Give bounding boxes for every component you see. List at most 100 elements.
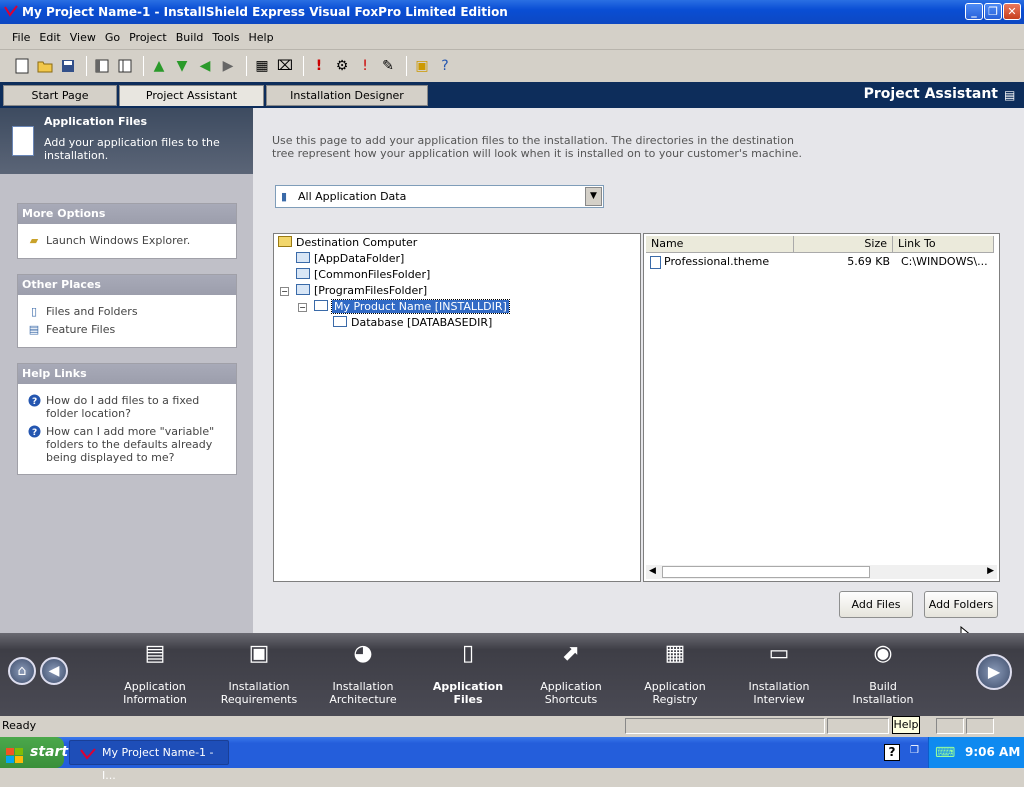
restore-button[interactable]: ❐ (984, 3, 1002, 20)
section-description: Add your application files to the instal… (44, 136, 220, 162)
menu-project[interactable]: Project (129, 31, 167, 44)
data-filter-combo[interactable]: ▮ All Application Data ▼ (275, 185, 604, 208)
help-link-variable-folders[interactable]: ? How can I add more "variable" folders … (18, 425, 236, 464)
menu-build[interactable]: Build (176, 31, 204, 44)
application-shortcuts-icon: ⬈ (561, 641, 581, 666)
menu-file[interactable]: File (12, 31, 30, 44)
database-icon: ▮ (281, 190, 288, 203)
nav-application-shortcuts[interactable]: ⬈ Application Shortcuts (519, 633, 623, 716)
help-tray-icon[interactable]: ? (884, 744, 900, 761)
arrow-down-icon[interactable]: ▼ (172, 56, 192, 76)
tab-project-assistant[interactable]: Project Assistant (119, 85, 264, 106)
add-files-button[interactable]: Add Files (839, 591, 913, 618)
status-panel (625, 718, 825, 734)
close-button[interactable]: ✕ (1003, 3, 1021, 20)
nav-label-line2: Installation (852, 693, 914, 706)
chevron-down-icon[interactable]: ▼ (585, 187, 602, 206)
menu-view[interactable]: View (70, 31, 96, 44)
file-link: C:\WINDOWS\... (901, 255, 988, 268)
scroll-thumb[interactable] (662, 566, 870, 578)
nav-label-line2: Files (453, 693, 483, 706)
tree-node-root[interactable]: Destination Computer (278, 235, 417, 251)
menu-help[interactable]: Help (248, 31, 273, 44)
menu-go[interactable]: Go (105, 31, 120, 44)
toolbar-separator (86, 56, 87, 76)
folder-properties-icon[interactable]: ▣ (412, 56, 432, 76)
tree-node-programfiles[interactable]: [ProgramFilesFolder] (296, 283, 427, 299)
tree-node-label: My Product Name [INSTALLDIR] (331, 299, 510, 314)
build-icon[interactable]: ▦ (252, 56, 272, 76)
help-icon[interactable]: ? (435, 56, 455, 76)
folder-check-icon (314, 300, 328, 311)
next-button[interactable]: ▶ (976, 654, 1012, 690)
nav-installation-architecture[interactable]: ◕ Installation Architecture (311, 633, 415, 716)
nav-label-line1: Application (540, 680, 602, 693)
restore-tray-icon[interactable]: ❐ (910, 745, 919, 756)
start-button[interactable]: start (0, 737, 68, 768)
scroll-left-icon[interactable]: ◀ (649, 566, 656, 576)
tree-node-commonfiles[interactable]: [CommonFilesFolder] (296, 267, 430, 283)
arrow-up-icon[interactable]: ▲ (149, 56, 169, 76)
file-list[interactable]: Name Size Link To Professional.theme 5.6… (643, 233, 1000, 582)
nav-application-files[interactable]: ▯ Application Files (416, 633, 520, 716)
nav-application-registry[interactable]: ▦ Application Registry (623, 633, 727, 716)
nav-installation-interview[interactable]: ▭ Installation Interview (727, 633, 831, 716)
nav-label-line1: Installation (748, 680, 810, 693)
destination-tree[interactable]: Destination Computer [AppDataFolder] [Co… (273, 233, 641, 582)
title-bar[interactable]: My Project Name-1 - InstallShield Expres… (0, 0, 1024, 24)
menu-bar: File Edit View Go Project Build Tools He… (0, 26, 1024, 50)
tab-installation-designer[interactable]: Installation Designer (266, 85, 428, 106)
status-text: Ready (2, 719, 37, 732)
minimize-button[interactable]: _ (965, 3, 983, 20)
nav-label-line2: Information (123, 693, 187, 706)
taskbar-item-project[interactable]: My Project Name-1 - I... (69, 740, 229, 782)
installation-requirements-icon: ▣ (248, 641, 270, 666)
feature-icon: ▤ (28, 323, 40, 336)
add-folders-button[interactable]: Add Folders (924, 591, 998, 618)
tree-node-label: Database [DATABASEDIR] (351, 316, 493, 329)
view-layout-icon[interactable] (115, 56, 135, 76)
collapse-toggle[interactable]: − (298, 303, 307, 312)
tab-start-page[interactable]: Start Page (3, 85, 117, 106)
build-installation-icon: ◉ (873, 641, 893, 666)
save-icon[interactable] (58, 56, 78, 76)
tree-node-appdata[interactable]: [AppDataFolder] (296, 251, 404, 267)
folder-icon (296, 284, 310, 295)
run-icon[interactable]: ⚙ (332, 56, 352, 76)
arrow-right-icon[interactable]: ▶ (218, 56, 238, 76)
build-cancel-icon[interactable]: ⌧ (275, 56, 295, 76)
section-heading: Application Files (44, 115, 148, 128)
view-pane-icon[interactable] (92, 56, 112, 76)
files-and-folders-link[interactable]: ▯ Files and Folders (18, 305, 236, 318)
column-header-name[interactable]: Name (646, 236, 794, 253)
horizontal-scrollbar[interactable]: ◀ ▶ (646, 565, 997, 579)
open-folder-icon[interactable] (35, 56, 55, 76)
help-link-fixed-folder[interactable]: ? How do I add files to a fixed folder l… (18, 394, 236, 420)
menu-tools[interactable]: Tools (212, 31, 239, 44)
feature-files-link[interactable]: ▤ Feature Files (18, 323, 236, 336)
new-file-icon[interactable] (12, 56, 32, 76)
network-tray-icon[interactable]: ⌨ (935, 745, 955, 761)
nav-build-installation[interactable]: ◉ Build Installation (831, 633, 935, 716)
launch-explorer-link[interactable]: ▰ Launch Windows Explorer. (18, 234, 236, 247)
back-button[interactable]: ◀ (40, 657, 68, 685)
column-header-link-to[interactable]: Link To (893, 236, 994, 253)
tree-node-databasedir[interactable]: Database [DATABASEDIR] (333, 315, 492, 331)
nav-installation-requirements[interactable]: ▣ Installation Requirements (207, 633, 311, 716)
scroll-right-icon[interactable]: ▶ (987, 566, 994, 576)
test-icon[interactable]: ! (355, 56, 375, 76)
nav-label-line1: Application (432, 680, 504, 693)
exclamation-icon[interactable]: ! (309, 56, 329, 76)
nav-label-line1: Build (869, 680, 897, 693)
collapse-toggle[interactable]: − (280, 287, 289, 296)
tree-node-installdir[interactable]: My Product Name [INSTALLDIR] (314, 299, 510, 315)
table-row[interactable]: Professional.theme 5.69 KB C:\WINDOWS\..… (646, 254, 996, 270)
nav-application-information[interactable]: ▤ Application Information (103, 633, 207, 716)
tools-icon[interactable]: ✎ (378, 56, 398, 76)
home-button[interactable]: ⌂ (8, 657, 36, 685)
windows-logo-icon (6, 745, 24, 763)
section-header: Application Files Add your application f… (0, 108, 253, 174)
column-header-size[interactable]: Size (794, 236, 893, 253)
menu-edit[interactable]: Edit (39, 31, 60, 44)
arrow-left-icon[interactable]: ◀ (195, 56, 215, 76)
